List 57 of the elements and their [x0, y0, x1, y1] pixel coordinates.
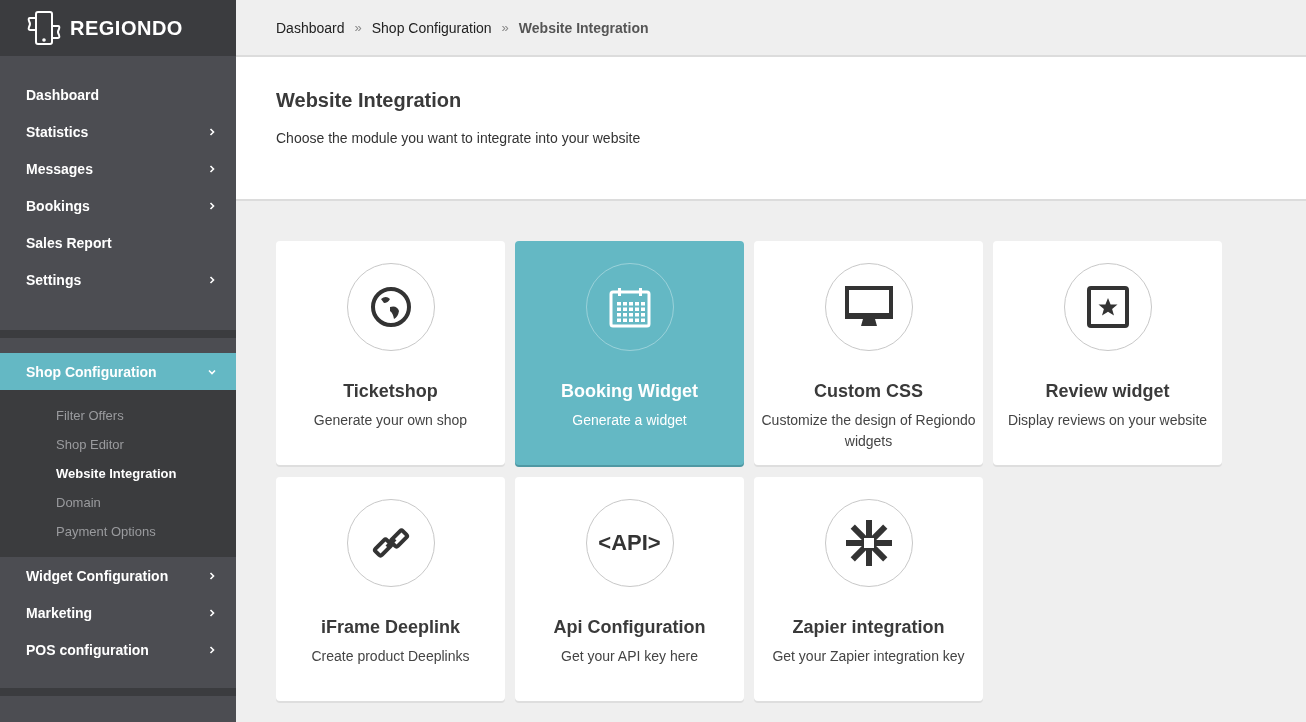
chevron-right-icon [208, 571, 216, 580]
card-description: Get your Zapier integration key [771, 647, 966, 666]
phone-logo-icon [26, 10, 62, 46]
calendar-icon [608, 286, 651, 328]
chevron-right-icon [208, 164, 216, 173]
nav-item[interactable]: Settings [0, 261, 236, 298]
chevron-right-icon [208, 201, 216, 210]
chevron-down-icon [208, 367, 216, 376]
submenu-item[interactable]: Website Integration [0, 459, 236, 488]
card-description: Display reviews on your website [1006, 411, 1209, 430]
submenu-item[interactable]: Shop Editor [0, 430, 236, 459]
submenu-item[interactable]: Payment Options [0, 517, 236, 546]
submenu-item[interactable]: Filter Offers [0, 401, 236, 430]
card-description: Get your API key here [560, 647, 699, 666]
card-title: Ticketshop [343, 381, 438, 402]
nav-item[interactable]: Widget Configuration [0, 557, 236, 594]
nav-item[interactable]: Sales Report [0, 224, 236, 261]
nav-item[interactable]: Statistics [0, 113, 236, 150]
card-title: Zapier integration [792, 617, 945, 638]
nav-item[interactable]: Messages [0, 150, 236, 187]
nav-item[interactable]: Bookings [0, 187, 236, 224]
api-label: <API> [598, 530, 661, 556]
card-title: iFrame Deeplink [320, 617, 461, 638]
breadcrumb-separator: » [354, 20, 362, 35]
chevron-right-icon [208, 608, 216, 617]
module-card[interactable]: iFrame Deeplink Create product Deeplinks [276, 477, 505, 701]
module-card[interactable]: Custom CSS Customize the design of Regiondo widgets [754, 241, 983, 465]
nav-item[interactable]: POS configuration [0, 631, 236, 668]
card-title: Api Configuration [553, 617, 706, 638]
card-description: Customize the design of Regiondo widgets [760, 411, 977, 451]
nav-item[interactable]: Marketing [0, 594, 236, 631]
chevron-right-icon [208, 645, 216, 654]
monitor-icon [843, 285, 894, 329]
breadcrumb-link[interactable]: Website Integration [518, 19, 649, 36]
globe-icon [369, 286, 412, 328]
page-title: Website Integration [276, 89, 463, 112]
page-subtitle: Choose the module you want to integrate into your website [276, 130, 642, 146]
logo-text: REGIONDO [70, 16, 183, 40]
nav-item[interactable]: Dashboard [0, 76, 236, 113]
star-frame-icon [1086, 286, 1129, 328]
module-card[interactable]: <API> Api Configuration Get your API key here [515, 477, 744, 701]
card-title: Custom CSS [814, 381, 923, 402]
breadcrumb-link[interactable]: Dashboard [276, 19, 345, 36]
breadcrumb-link[interactable]: Shop Configuration [371, 19, 492, 36]
chevron-right-icon [208, 127, 216, 136]
card-description: Create product Deeplinks [310, 647, 471, 666]
card-title: Booking Widget [561, 381, 698, 402]
asterisk-icon [845, 520, 892, 566]
submenu-item[interactable]: Domain [0, 488, 236, 517]
module-card[interactable]: Zapier integration Get your Zapier integration key [754, 477, 983, 701]
card-description: Generate your own shop [312, 411, 469, 430]
module-card[interactable]: Review widget Display reviews on your website [993, 241, 1222, 465]
card-title: Review widget [1045, 381, 1170, 402]
breadcrumb-separator: » [501, 20, 509, 35]
chevron-right-icon [208, 275, 216, 284]
module-card[interactable]: Ticketshop Generate your own shop [276, 241, 505, 465]
card-description: Generate a widget [571, 411, 688, 430]
